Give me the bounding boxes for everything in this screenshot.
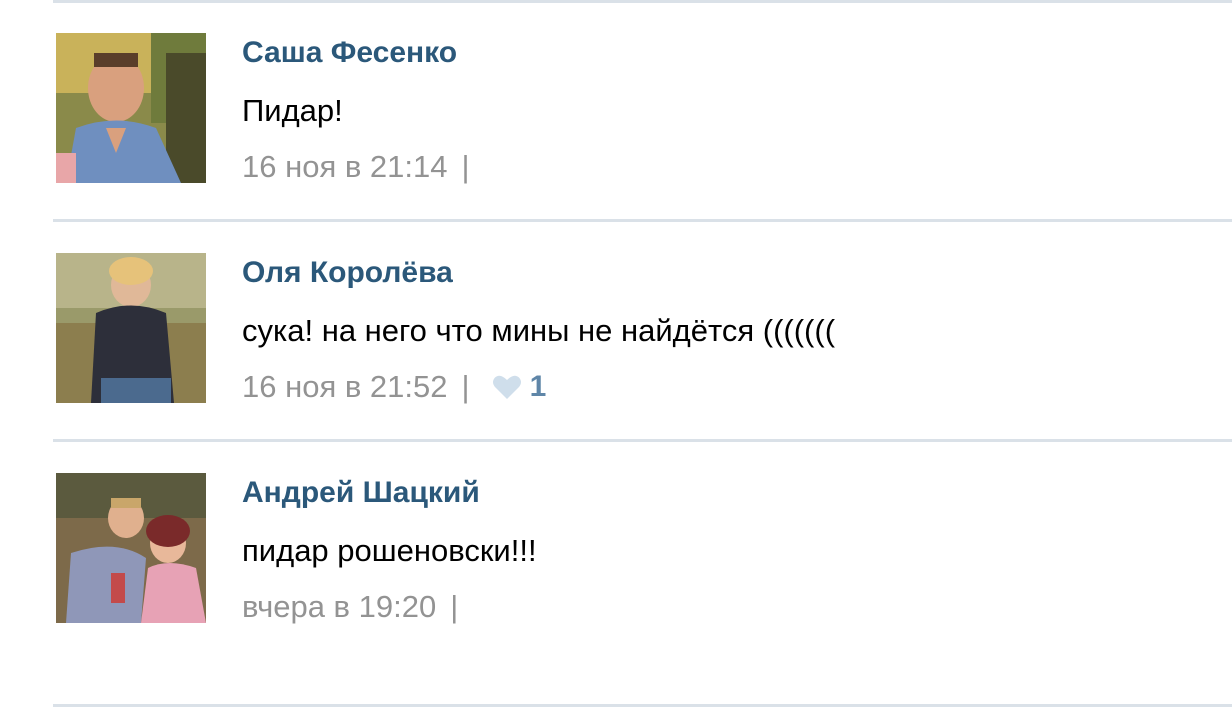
avatar[interactable] xyxy=(56,253,206,403)
comment-date[interactable]: 16 ноя в 21:14 xyxy=(242,149,448,185)
divider xyxy=(53,0,1232,3)
comment-meta: 16 ноя в 21:14 | xyxy=(242,149,470,185)
comment-meta: 16 ноя в 21:52 | 1 xyxy=(242,369,546,405)
avatar[interactable] xyxy=(56,33,206,183)
heart-icon xyxy=(492,375,521,399)
comment-date[interactable]: 16 ноя в 21:52 xyxy=(242,369,448,405)
meta-separator: | xyxy=(461,369,470,404)
divider xyxy=(53,219,1232,222)
divider xyxy=(53,439,1232,442)
comments-list: Саша Фесенко Пидар! 16 ноя в 21:14 | Оля… xyxy=(0,0,1232,707)
author-name[interactable]: Андрей Шацкий xyxy=(242,475,480,511)
author-name[interactable]: Саша Фесенко xyxy=(242,35,457,71)
meta-separator: | xyxy=(461,149,470,184)
comment-date[interactable]: вчера в 19:20 xyxy=(242,589,436,625)
meta-separator: | xyxy=(450,589,459,624)
like-button[interactable]: 1 xyxy=(492,369,547,405)
comment-item: Андрей Шацкий пидар рошеновски!!! вчера … xyxy=(56,473,1226,625)
comment-meta: вчера в 19:20 | xyxy=(242,589,458,625)
comment-text: пидар рошеновски!!! xyxy=(242,533,537,568)
avatar[interactable] xyxy=(56,473,206,623)
comment-item: Саша Фесенко Пидар! 16 ноя в 21:14 | xyxy=(56,33,1226,185)
like-count: 1 xyxy=(529,370,547,403)
author-name[interactable]: Оля Королёва xyxy=(242,255,453,291)
comment-text: Пидар! xyxy=(242,93,343,128)
comment-text: сука! на него что мины не найдётся (((((… xyxy=(242,313,836,348)
comment-item: Оля Королёва сука! на него что мины не н… xyxy=(56,253,1226,405)
